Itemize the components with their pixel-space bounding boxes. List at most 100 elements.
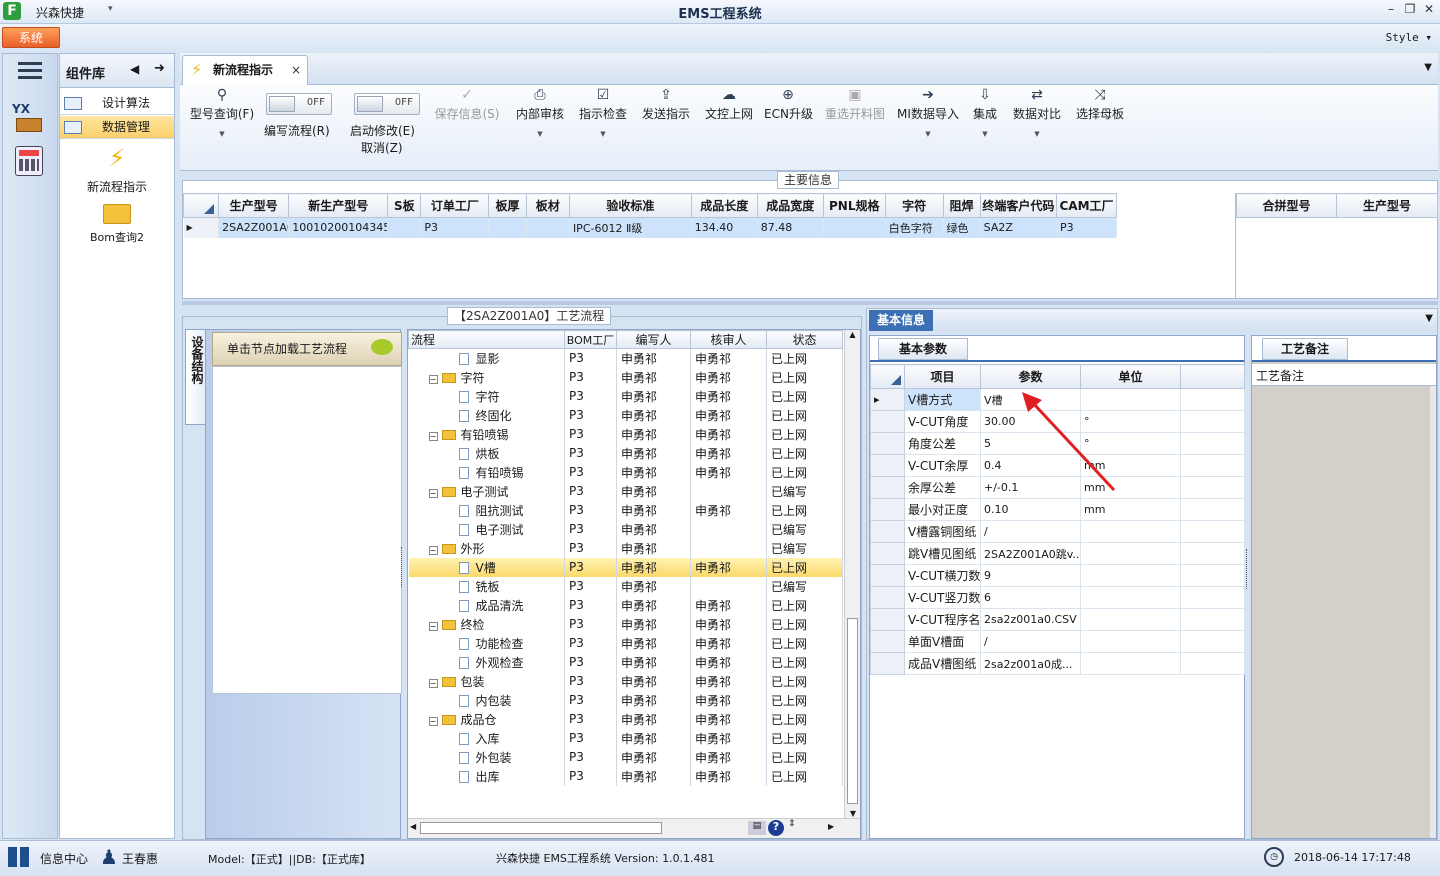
- edit-process-toggle[interactable]: OFF: [266, 93, 332, 115]
- save-info-button[interactable]: ✓ 保存信息(S): [432, 87, 502, 122]
- process-tree-row[interactable]: − 电子测试 P3 申勇祁 已编写: [408, 481, 843, 501]
- start-modify-toggle[interactable]: OFF: [354, 93, 420, 115]
- table-cell[interactable]: P3: [1056, 217, 1117, 238]
- column-header[interactable]: 成品长度: [690, 193, 758, 218]
- column-header[interactable]: 终端客户代码: [979, 193, 1058, 218]
- param-value-cell[interactable]: 2SA2Z001A0跳v...: [980, 542, 1081, 565]
- model-query-button[interactable]: ⚲ 型号查询(F) ▼: [188, 87, 256, 138]
- tab-process-remarks[interactable]: 工艺备注: [1262, 338, 1348, 360]
- column-header[interactable]: CAM工厂: [1056, 193, 1117, 218]
- process-tree-row[interactable]: 电子测试 P3 申勇祁 已编写: [408, 519, 843, 539]
- column-header[interactable]: 生产型号: [1336, 193, 1438, 218]
- table-cell[interactable]: 2SA2Z001A0: [218, 217, 290, 238]
- collapse-left-icon[interactable]: ◀: [130, 62, 139, 76]
- vertical-scrollbar[interactable]: ▲ ▼: [844, 330, 860, 818]
- column-header[interactable]: BOM工厂: [564, 330, 617, 349]
- info-center-icon[interactable]: [8, 847, 30, 867]
- collapse-node-icon[interactable]: −: [428, 431, 438, 441]
- tab-basic-params[interactable]: 基本参数: [878, 338, 968, 360]
- collapse-node-icon[interactable]: −: [428, 374, 438, 384]
- reselect-cut-map-button[interactable]: ▣ 重选开料图: [822, 87, 888, 122]
- collapse-node-icon[interactable]: −: [428, 488, 438, 498]
- param-value-cell[interactable]: 0.10: [980, 498, 1081, 521]
- collapse-node-icon[interactable]: −: [428, 678, 438, 688]
- close-icon[interactable]: ✕: [1422, 2, 1436, 16]
- process-tree-row[interactable]: 阻抗测试 P3 申勇祁 申勇祁 已上网: [408, 500, 843, 520]
- column-header[interactable]: 字符: [884, 193, 944, 218]
- process-tree-row[interactable]: − 终检 P3 申勇祁 申勇祁 已上网: [408, 614, 843, 634]
- style-dropdown[interactable]: Style ▾: [1386, 31, 1432, 44]
- param-row[interactable]: 单面V槽面 /: [870, 630, 1245, 653]
- process-tree-row[interactable]: − 外形 P3 申勇祁 已编写: [408, 538, 843, 558]
- mi-data-import-button[interactable]: ➔ MI数据导入 ▼: [897, 87, 959, 138]
- table-cell[interactable]: [823, 217, 886, 238]
- system-menu-button[interactable]: 系统: [2, 27, 60, 48]
- factory-icon[interactable]: YX: [12, 102, 46, 134]
- integrate-button[interactable]: ⇩ 集成 ▼: [970, 87, 1000, 138]
- column-header[interactable]: 编写人: [616, 330, 691, 349]
- param-row[interactable]: V-CUT程序名 2sa2z001a0.CSV: [870, 608, 1245, 631]
- table-cell[interactable]: [387, 217, 422, 238]
- lib-item-design-algorithm[interactable]: 设计算法: [60, 92, 174, 115]
- table-cell[interactable]: 134.40: [691, 217, 758, 238]
- info-center-label[interactable]: 信息中心: [40, 850, 88, 867]
- load-process-header[interactable]: 单击节点加载工艺流程: [212, 332, 402, 366]
- param-value-cell[interactable]: 2sa2z001a0.CSV: [980, 608, 1081, 631]
- column-header[interactable]: 流程: [408, 330, 565, 349]
- select-mother-board-button[interactable]: ⤨ 选择母板: [1074, 87, 1126, 122]
- restore-icon[interactable]: ❐: [1403, 2, 1417, 16]
- process-tree-row[interactable]: 出库 P3 申勇祁 申勇祁 已上网: [408, 766, 843, 786]
- process-tree-row[interactable]: − 有铅喷锡 P3 申勇祁 申勇祁 已上网: [408, 424, 843, 444]
- doc-online-button[interactable]: ☁ 文控上网: [703, 87, 755, 122]
- tab-new-process[interactable]: ⚡ 新流程指示 ×: [182, 55, 308, 85]
- column-header[interactable]: PNL规格: [822, 193, 886, 218]
- param-row[interactable]: V-CUT横刀数 9: [870, 564, 1245, 587]
- app-new-process[interactable]: ⚡ 新流程指示: [60, 144, 174, 195]
- column-header[interactable]: 订单工厂: [420, 193, 490, 218]
- process-tree-row[interactable]: 显影 P3 申勇祁 申勇祁 已上网: [408, 348, 843, 368]
- horizontal-scrollbar[interactable]: ◀ ▤ ? ⇕ ▶: [408, 818, 860, 838]
- table-cell[interactable]: [488, 217, 527, 238]
- table-cell[interactable]: 白色字符: [885, 217, 944, 238]
- process-tree-row[interactable]: 入库 P3 申勇祁 申勇祁 已上网: [408, 728, 843, 748]
- column-header[interactable]: 板厚: [488, 193, 527, 218]
- collapse-node-icon[interactable]: −: [428, 716, 438, 726]
- table-cell[interactable]: 10010200104345: [288, 217, 389, 238]
- table-cell[interactable]: IPC-6012 Ⅱ级: [569, 217, 692, 238]
- ecn-upgrade-button[interactable]: ⊕ ECN升级: [764, 87, 813, 122]
- process-tree-row[interactable]: − 成品仓 P3 申勇祁 申勇祁 已上网: [408, 709, 843, 729]
- process-tree-row[interactable]: 终固化 P3 申勇祁 申勇祁 已上网: [408, 405, 843, 425]
- param-row[interactable]: V-CUT竖刀数 6: [870, 586, 1245, 609]
- internal-review-button[interactable]: ⎙ 内部审核 ▼: [514, 87, 566, 138]
- table-cell[interactable]: P3: [420, 217, 490, 238]
- grid-options-icon[interactable]: ▤: [748, 821, 766, 835]
- instruction-check-button[interactable]: ☑ 指示检查 ▼: [577, 87, 629, 138]
- param-value-cell[interactable]: /: [980, 630, 1081, 653]
- column-header[interactable]: 生产型号: [218, 193, 290, 218]
- tab-list-dropdown-icon[interactable]: ▼: [1424, 62, 1432, 73]
- column-header[interactable]: 成品宽度: [756, 193, 824, 218]
- column-header[interactable]: 单位: [1080, 364, 1181, 389]
- tab-device-structure[interactable]: 设备结构: [185, 329, 207, 425]
- table-cell[interactable]: [526, 217, 570, 238]
- process-tree-row[interactable]: 字符 P3 申勇祁 申勇祁 已上网: [408, 386, 843, 406]
- process-tree-row[interactable]: 铣板 P3 申勇祁 已编写: [408, 576, 843, 596]
- help-icon[interactable]: ?: [768, 820, 784, 836]
- process-tree-row[interactable]: − 字符 P3 申勇祁 申勇祁 已上网: [408, 367, 843, 387]
- table-cell[interactable]: 绿色: [943, 217, 981, 238]
- table-row[interactable]: ▶ 2SA2Z001A0 10010200104345 P3 IPC-6012 …: [183, 217, 1117, 238]
- param-row[interactable]: 成品V槽图纸 2sa2z001a0成...: [870, 652, 1245, 675]
- process-tree-row[interactable]: 外观检查 P3 申勇祁 申勇祁 已上网: [408, 652, 843, 672]
- param-value-cell[interactable]: 2sa2z001a0成...: [980, 652, 1081, 675]
- param-value-cell[interactable]: 9: [980, 564, 1081, 587]
- column-header[interactable]: 验收标准: [568, 193, 692, 218]
- column-header[interactable]: 参数: [980, 364, 1081, 389]
- collapse-node-icon[interactable]: −: [428, 545, 438, 555]
- column-header[interactable]: 阻焊: [942, 193, 981, 218]
- column-header[interactable]: 核审人: [690, 330, 767, 349]
- process-tree-row[interactable]: 功能检查 P3 申勇祁 申勇祁 已上网: [408, 633, 843, 653]
- panel-grip-icon[interactable]: [1246, 549, 1250, 589]
- param-value-cell[interactable]: /: [980, 520, 1081, 543]
- process-tree-row[interactable]: 成品清洗 P3 申勇祁 申勇祁 已上网: [408, 595, 843, 615]
- process-tree-row[interactable]: 烘板 P3 申勇祁 申勇祁 已上网: [408, 443, 843, 463]
